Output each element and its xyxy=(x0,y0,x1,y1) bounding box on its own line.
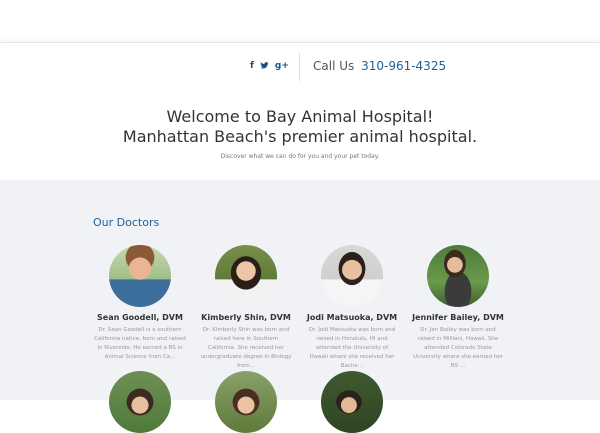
header-divider xyxy=(299,53,300,81)
avatar[interactable] xyxy=(109,245,171,307)
avatar[interactable] xyxy=(321,371,383,433)
avatar[interactable] xyxy=(109,371,171,433)
doctors-title: Our Doctors xyxy=(93,216,160,229)
doctor-bio: Dr. Jen Bailey was born and raised in Mi… xyxy=(413,327,503,369)
welcome-line-1: Welcome to Bay Animal Hospital! xyxy=(166,107,434,126)
facebook-icon[interactable]: f xyxy=(250,61,254,73)
doctor-card[interactable]: Sean Goodell, DVM Dr. Sean Goodell is a … xyxy=(87,245,193,362)
avatar[interactable] xyxy=(215,245,277,307)
top-bar xyxy=(0,0,600,42)
doctors-section: Our Doctors Sean Goodell, DVM Dr. Sean G… xyxy=(0,180,600,433)
social-links: f g+ xyxy=(250,61,289,73)
google-plus-icon[interactable]: g+ xyxy=(275,61,289,73)
phone-link[interactable]: 310-961-4325 xyxy=(361,59,446,73)
doctor-card[interactable]: Jodi Matsuoka, DVM Dr. Jodi Matsuoka was… xyxy=(299,245,405,371)
doctor-name[interactable]: Jennifer Bailey, DVM xyxy=(405,313,511,322)
doctor-card[interactable] xyxy=(299,371,405,433)
call-label: Call Us xyxy=(313,59,355,73)
doctor-bio: Dr. Sean Goodell is a southern Californi… xyxy=(94,327,186,360)
doctor-card[interactable]: Kimberly Shin, DVM Dr. Kimberly Shin was… xyxy=(193,245,299,371)
welcome-line-2: Manhattan Beach's premier animal hospita… xyxy=(122,127,478,146)
doctor-card[interactable] xyxy=(87,371,193,433)
twitter-icon[interactable] xyxy=(260,61,269,73)
doctor-name[interactable]: Kimberly Shin, DVM xyxy=(193,313,299,322)
avatar[interactable] xyxy=(321,245,383,307)
call-us: Call Us 310-961-4325 xyxy=(313,59,446,73)
avatar[interactable] xyxy=(427,245,489,307)
avatar[interactable] xyxy=(215,371,277,433)
welcome-tagline: Discover what we can do for you and your… xyxy=(220,153,380,160)
doctor-name[interactable]: Sean Goodell, DVM xyxy=(87,313,193,322)
doctor-bio: Dr. Jodi Matsuoka was born and raised in… xyxy=(308,327,396,369)
doctor-bio: Dr. Kimberly Shin was born and raised he… xyxy=(200,327,292,369)
doctor-card[interactable] xyxy=(193,371,299,433)
welcome-section: Welcome to Bay Animal Hospital! Manhatta… xyxy=(0,90,600,180)
welcome-heading: Welcome to Bay Animal Hospital! Manhatta… xyxy=(0,107,600,147)
doctor-name[interactable]: Jodi Matsuoka, DVM xyxy=(299,313,405,322)
doctor-card[interactable]: Jennifer Bailey, DVM Dr. Jen Bailey was … xyxy=(405,245,511,371)
site-header: f g+ Call Us 310-961-4325 xyxy=(0,42,600,92)
